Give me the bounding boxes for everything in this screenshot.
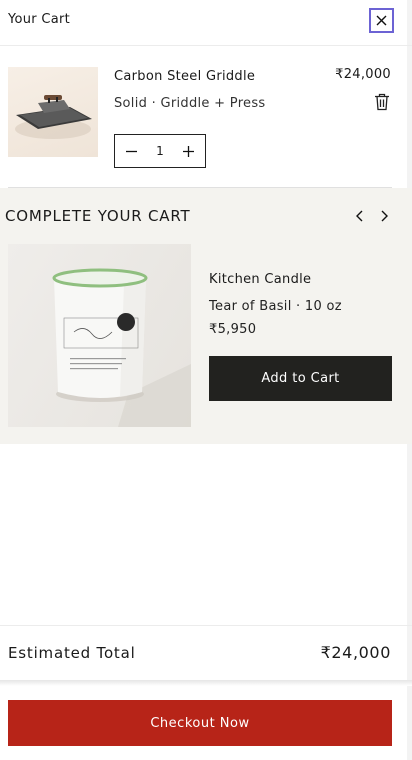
carousel-prev-button[interactable] (352, 208, 366, 224)
upsell-heading: COMPLETE YOUR CART (5, 207, 191, 225)
griddle-image (15, 95, 92, 139)
cart-header: Your Cart (0, 0, 412, 46)
chevron-right-icon (381, 210, 388, 222)
minus-icon (125, 150, 137, 152)
chevron-left-icon (356, 210, 363, 222)
trash-icon (375, 93, 389, 111)
product-variant: Solid · Griddle + Press (114, 96, 266, 111)
estimated-total-label: Estimated Total (8, 644, 136, 662)
decrease-quantity-button[interactable] (123, 143, 139, 159)
plus-icon (183, 145, 195, 157)
increase-quantity-button[interactable] (181, 143, 197, 159)
upsell-product-name[interactable]: Kitchen Candle (209, 272, 311, 287)
add-to-cart-button[interactable]: Add to Cart (209, 356, 392, 401)
carousel-next-button[interactable] (378, 208, 392, 224)
close-icon (376, 15, 387, 26)
upsell-product-image[interactable] (8, 244, 191, 427)
quantity-value[interactable]: 1 (156, 144, 164, 158)
close-button[interactable] (369, 8, 394, 33)
complete-your-cart-section: COMPLETE YOUR CART Kitchen Candle Tear o… (0, 188, 412, 444)
checkout-button[interactable]: Checkout Now (8, 700, 392, 746)
estimated-total-value: ₹24,000 (320, 643, 391, 662)
quantity-stepper: 1 (114, 134, 206, 168)
cart-title: Your Cart (8, 12, 71, 27)
cart-line-item: Carbon Steel Griddle Solid · Griddle + P… (0, 47, 412, 187)
upsell-product-variant: Tear of Basil · 10 oz (209, 299, 342, 314)
divider (0, 625, 412, 626)
product-price: ₹24,000 (335, 67, 391, 82)
footer-shadow (0, 680, 412, 686)
product-name[interactable]: Carbon Steel Griddle (114, 69, 255, 84)
candle-image (52, 268, 191, 427)
product-thumbnail[interactable] (8, 67, 98, 157)
remove-item-button[interactable] (374, 93, 390, 111)
upsell-product-price: ₹5,950 (209, 322, 257, 337)
